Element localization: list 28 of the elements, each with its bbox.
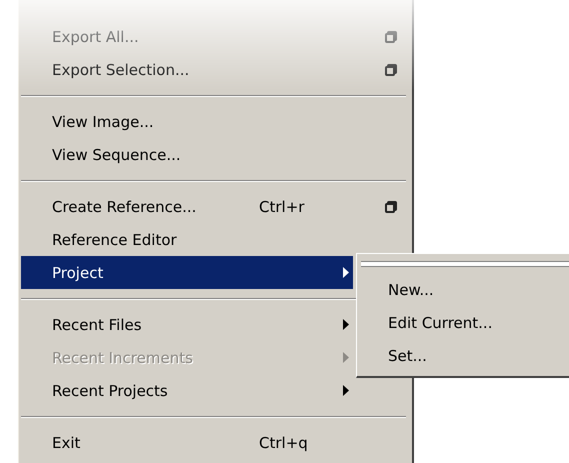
- menu-item[interactable]: Reference Editor: [21, 223, 353, 256]
- option-box-icon[interactable]: [384, 200, 398, 214]
- menu-item-label: Recent Increments: [52, 348, 193, 366]
- menu-item[interactable]: Create Reference... Ctrl+r: [21, 190, 353, 223]
- menu-item[interactable]: View Image...: [21, 105, 353, 138]
- menu-item-label: View Sequence...: [52, 146, 181, 164]
- menu-item[interactable]: Set...: [357, 340, 569, 373]
- option-box-icon[interactable]: [384, 62, 398, 76]
- menu-item[interactable]: Project: [21, 256, 353, 289]
- menu-item[interactable]: Exit Ctrl+q: [21, 426, 353, 459]
- shortcut-text: Ctrl+q: [259, 434, 308, 452]
- menu-item[interactable]: Recent Files: [21, 308, 353, 341]
- menu-item-label: Exit: [52, 434, 80, 452]
- menu-item-label: Create Reference...: [52, 198, 196, 216]
- menu-item-label: Project: [52, 264, 104, 282]
- menu-item-label: Reference Editor: [52, 230, 177, 248]
- menu-item-label: Export Selection...: [52, 60, 190, 78]
- menu-item[interactable]: Recent Projects: [21, 374, 353, 407]
- menu-item-label: Export All...: [52, 28, 139, 46]
- menu-item[interactable]: New...: [357, 274, 569, 307]
- menu-item-label: Recent Files: [52, 316, 142, 334]
- shortcut-text: Ctrl+r: [259, 198, 304, 216]
- menu-item[interactable]: View Sequence...: [21, 138, 353, 171]
- menu-item[interactable]: Export Selection...: [21, 53, 353, 86]
- menu-item[interactable]: Edit Current...: [357, 307, 569, 340]
- menu-item-label: View Image...: [52, 112, 154, 130]
- menu-item-label: Recent Projects: [52, 382, 168, 400]
- tear-off-handle[interactable]: [361, 261, 569, 267]
